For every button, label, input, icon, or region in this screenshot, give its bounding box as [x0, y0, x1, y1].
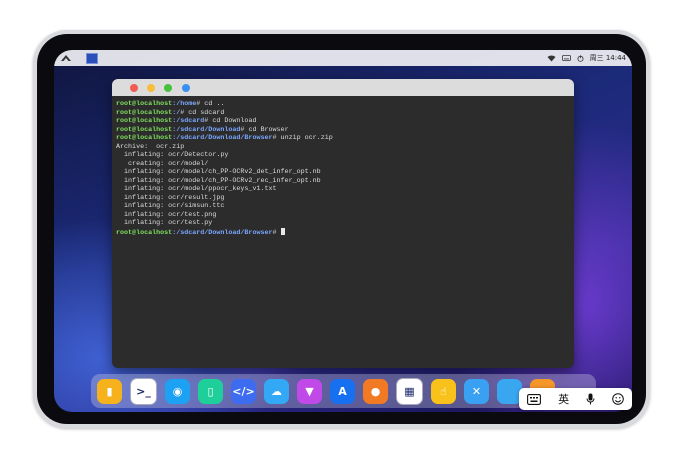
terminal-command-line: root@localhost:/sdcard/Download# cd Brow… — [116, 125, 289, 134]
cloud-app-icon[interactable]: ☁ — [264, 378, 289, 404]
terminal-app-icon[interactable]: >_ — [130, 377, 157, 405]
power-icon[interactable] — [577, 54, 584, 62]
terminal-output-line: Archive: ocr.zip — [116, 142, 185, 151]
terminal-command-line: root@localhost:/sdcard/Download/Browser#… — [116, 134, 333, 142]
paint-app-icon[interactable]: ▼ — [297, 378, 322, 404]
system-logo-icon[interactable] — [60, 52, 72, 64]
language-toggle-button[interactable]: 英 — [558, 391, 569, 407]
terminal-window[interactable]: root@localhost:/home# cd .. root@localhos… — [112, 79, 574, 368]
desktop-screen: 周三 14:44 root@localhost:/home# cd .. root… — [54, 50, 632, 412]
tips-app-icon[interactable]: ● — [363, 378, 388, 404]
minimize-window-button[interactable] — [147, 84, 155, 92]
close-window-button[interactable] — [130, 84, 138, 92]
code-editor-app-icon[interactable]: </> — [231, 378, 256, 404]
notes-app-icon[interactable]: ▯ — [198, 378, 223, 404]
terminal-output-line: inflating: ocr/result.jpg — [116, 193, 225, 202]
terminal-current-prompt[interactable]: root@localhost:/sdcard/Download/Browser# — [116, 227, 570, 238]
terminal-output[interactable]: root@localhost:/home# cd .. root@localhos… — [112, 96, 574, 241]
terminal-output-line: inflating: ocr/test.py — [116, 219, 213, 227]
keyboard-icon[interactable] — [561, 55, 571, 61]
files-app-icon[interactable]: ▮ — [97, 378, 122, 404]
terminal-command-line: root@localhost:/sdcard# cd Download — [116, 117, 257, 125]
terminal-output-line: inflating: ocr/model/ppocr_keys_v1.txt — [116, 185, 277, 193]
emoji-icon[interactable] — [611, 393, 624, 405]
app-store-app-icon[interactable]: A — [330, 378, 355, 404]
terminal-command-line: root@localhost:/# cd sdcard — [116, 108, 225, 117]
wifi-icon[interactable] — [547, 54, 556, 62]
text-cursor — [280, 227, 285, 235]
terminal-output-line: inflating: ocr/model/ch_PP-OCRv2_det_inf… — [116, 168, 321, 176]
terminal-output-line: inflating: ocr/Detector.py — [116, 151, 229, 159]
maximize-window-button[interactable] — [164, 84, 172, 92]
input-method-toolbar: 英 — [519, 388, 632, 410]
keyboard-toggle-icon[interactable] — [527, 393, 542, 405]
terminal-output-line: creating: ocr/model/ — [116, 159, 209, 168]
window-menu-button[interactable] — [182, 84, 190, 92]
terminal-output-line: inflating: ocr/simsun.ttc — [116, 202, 225, 210]
browser-app-icon[interactable]: ◉ — [165, 378, 190, 404]
top-status-bar: 周三 14:44 — [54, 50, 632, 66]
gesture-app-icon[interactable]: ☝ — [431, 378, 456, 404]
clock-label[interactable]: 周三 14:44 — [590, 53, 626, 63]
tools-app-icon[interactable]: ✕ — [464, 378, 489, 404]
terminal-title-bar[interactable] — [112, 79, 574, 96]
active-window-thumbnail-icon[interactable] — [86, 53, 98, 64]
status-tray: 周三 14:44 — [547, 50, 626, 66]
calculator-app-icon[interactable]: ▦ — [396, 377, 423, 405]
terminal-output-line: inflating: ocr/test.png — [116, 210, 217, 219]
terminal-output-line: inflating: ocr/model/ch_PP-OCRv2_rec_inf… — [116, 176, 321, 185]
microphone-icon[interactable] — [586, 393, 595, 405]
terminal-command-line: root@localhost:/home# cd .. — [116, 100, 225, 108]
